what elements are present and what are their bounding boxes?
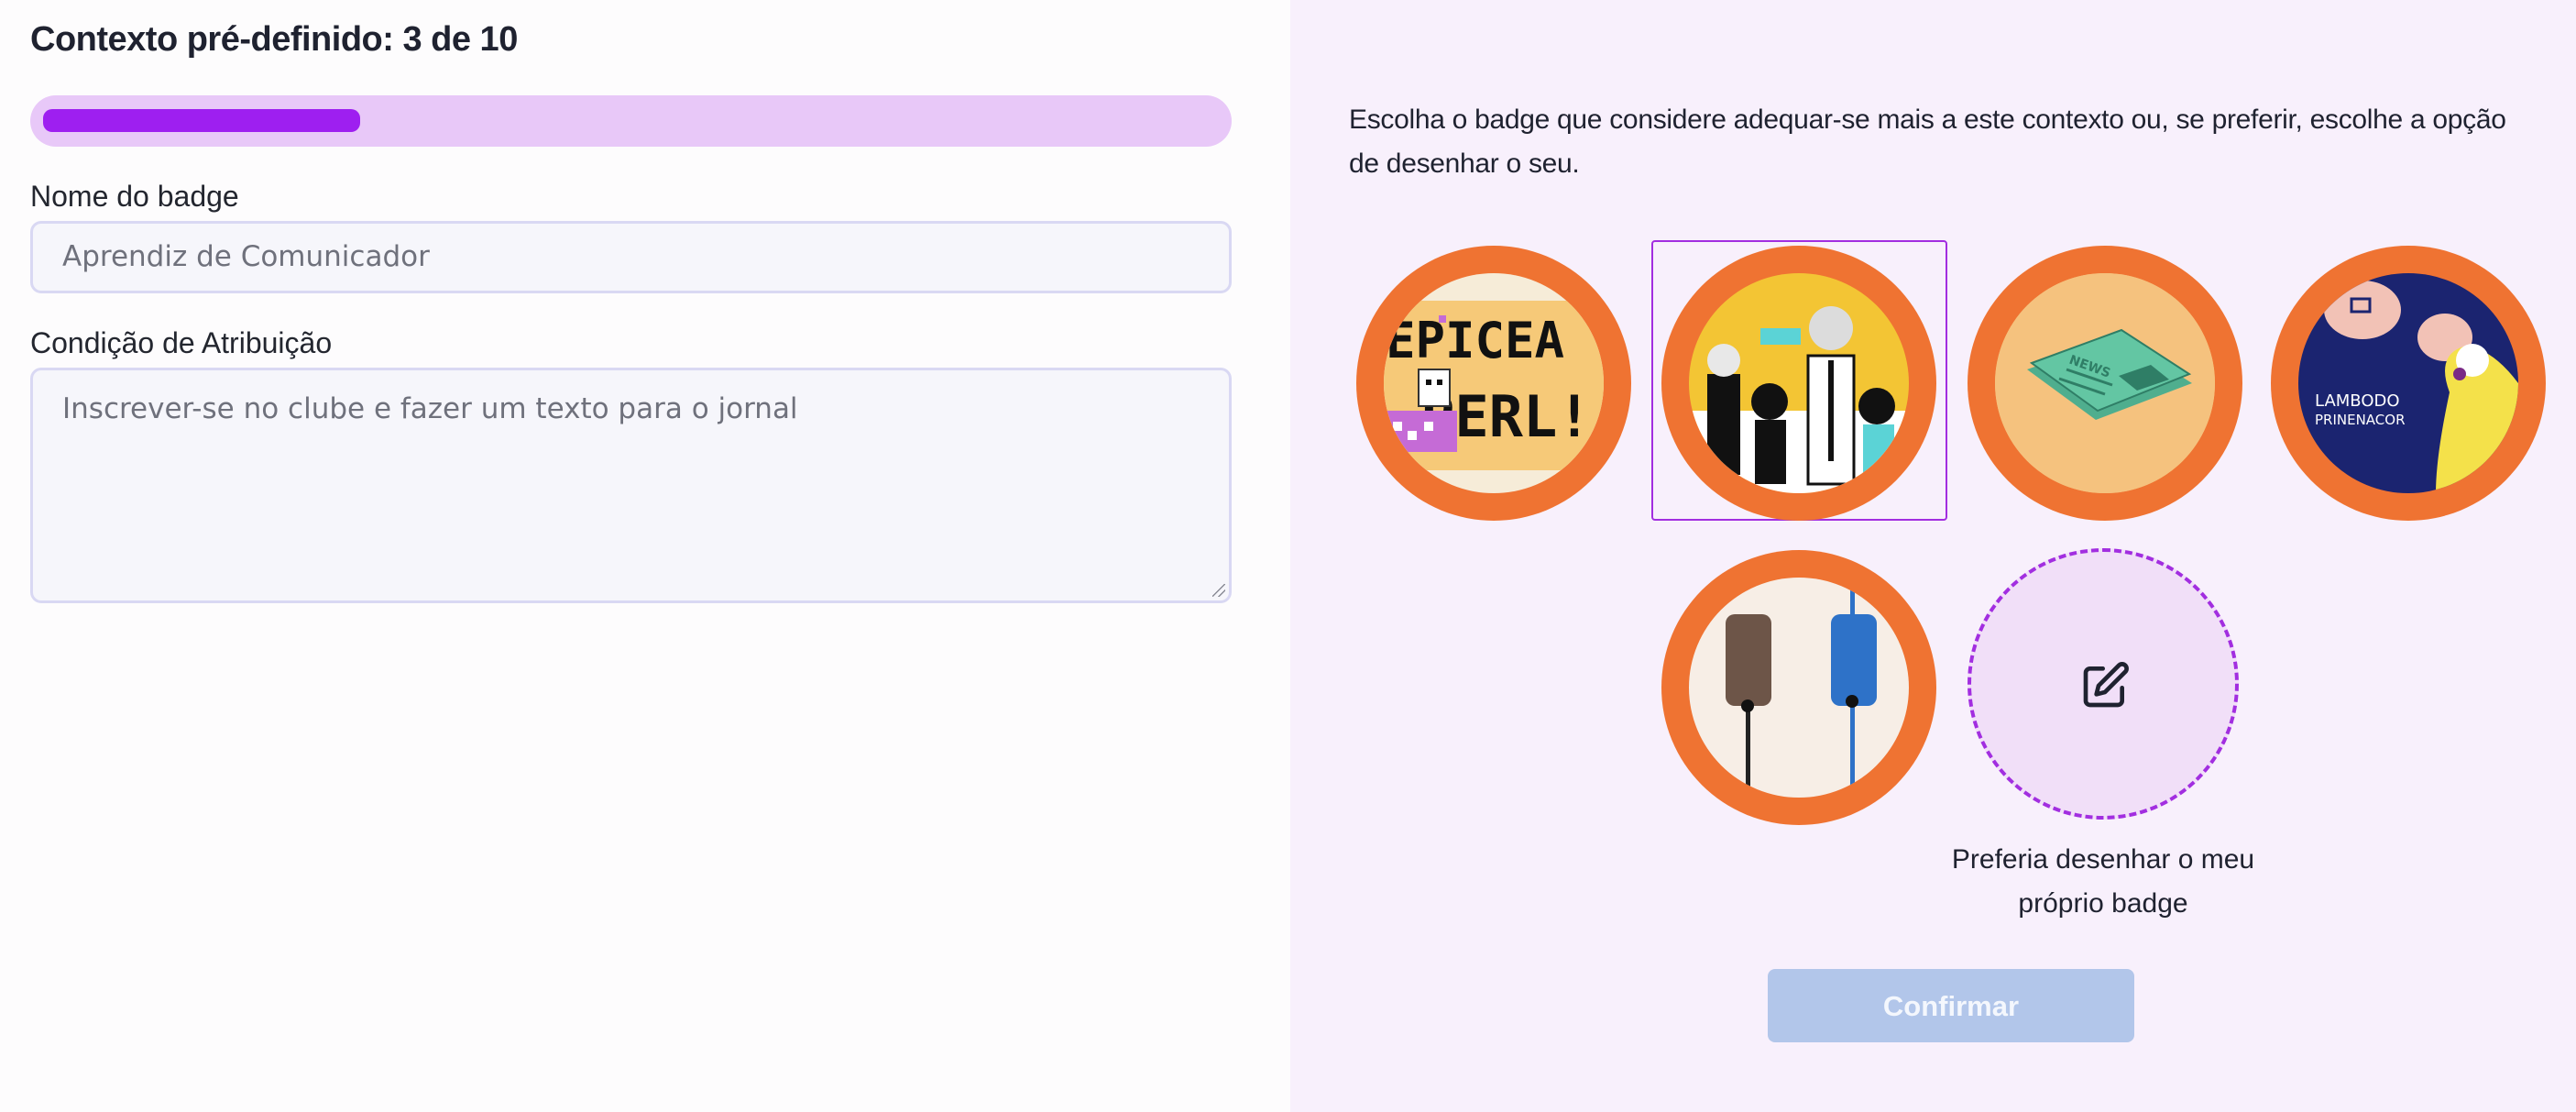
svg-text:LAMBODO: LAMBODO xyxy=(2315,391,2400,411)
badge-name-label: Nome do badge xyxy=(30,180,239,213)
left-panel: Contexto pré-definido: 3 de 10 Nome do b… xyxy=(0,0,1290,1112)
badge-speakers-image xyxy=(1689,273,1909,493)
svg-text:EPICEA: EPICEA xyxy=(1386,312,1564,369)
badge-speakers[interactable] xyxy=(1661,246,1936,521)
badge-microphones-image xyxy=(1689,578,1909,798)
badge-lambodo[interactable]: LAMBODO PRINENACOR xyxy=(2271,246,2546,521)
condition-textarea[interactable]: Inscrever-se no clube e fazer um texto p… xyxy=(30,368,1232,603)
badge-newspaper-image: NEWS xyxy=(1995,273,2215,493)
condition-placeholder: Inscrever-se no clube e fazer um texto p… xyxy=(62,392,798,425)
badge-lambodo-image: LAMBODO PRINENACOR xyxy=(2298,273,2518,493)
draw-own-badge-option[interactable] xyxy=(1968,548,2239,820)
badge-microphones[interactable] xyxy=(1661,550,1936,825)
confirm-button[interactable]: Confirmar xyxy=(1768,969,2134,1042)
edit-icon xyxy=(2083,662,2129,708)
page-title: Contexto pré-definido: 3 de 10 xyxy=(30,20,518,59)
badge-name-input[interactable]: Aprendiz de Comunicador xyxy=(30,221,1232,293)
condition-label: Condição de Atribuição xyxy=(30,326,333,359)
svg-text:PRINENACOR: PRINENACOR xyxy=(2315,412,2406,428)
draw-own-badge-label: Preferia desenhar o meu próprio badge xyxy=(1951,844,2255,919)
badge-newspaper[interactable]: NEWS xyxy=(1968,246,2242,521)
resize-handle[interactable] xyxy=(1212,584,1225,597)
badge-epicerl[interactable]: EPICEA PERL! xyxy=(1356,246,1631,521)
instructions-text: Escolha o badge que considere adequar-se… xyxy=(1349,105,2506,179)
badge-epicerl-image: EPICEA PERL! xyxy=(1384,273,1604,493)
progress-bar xyxy=(30,95,1232,147)
progress-bar-fill xyxy=(43,109,360,132)
